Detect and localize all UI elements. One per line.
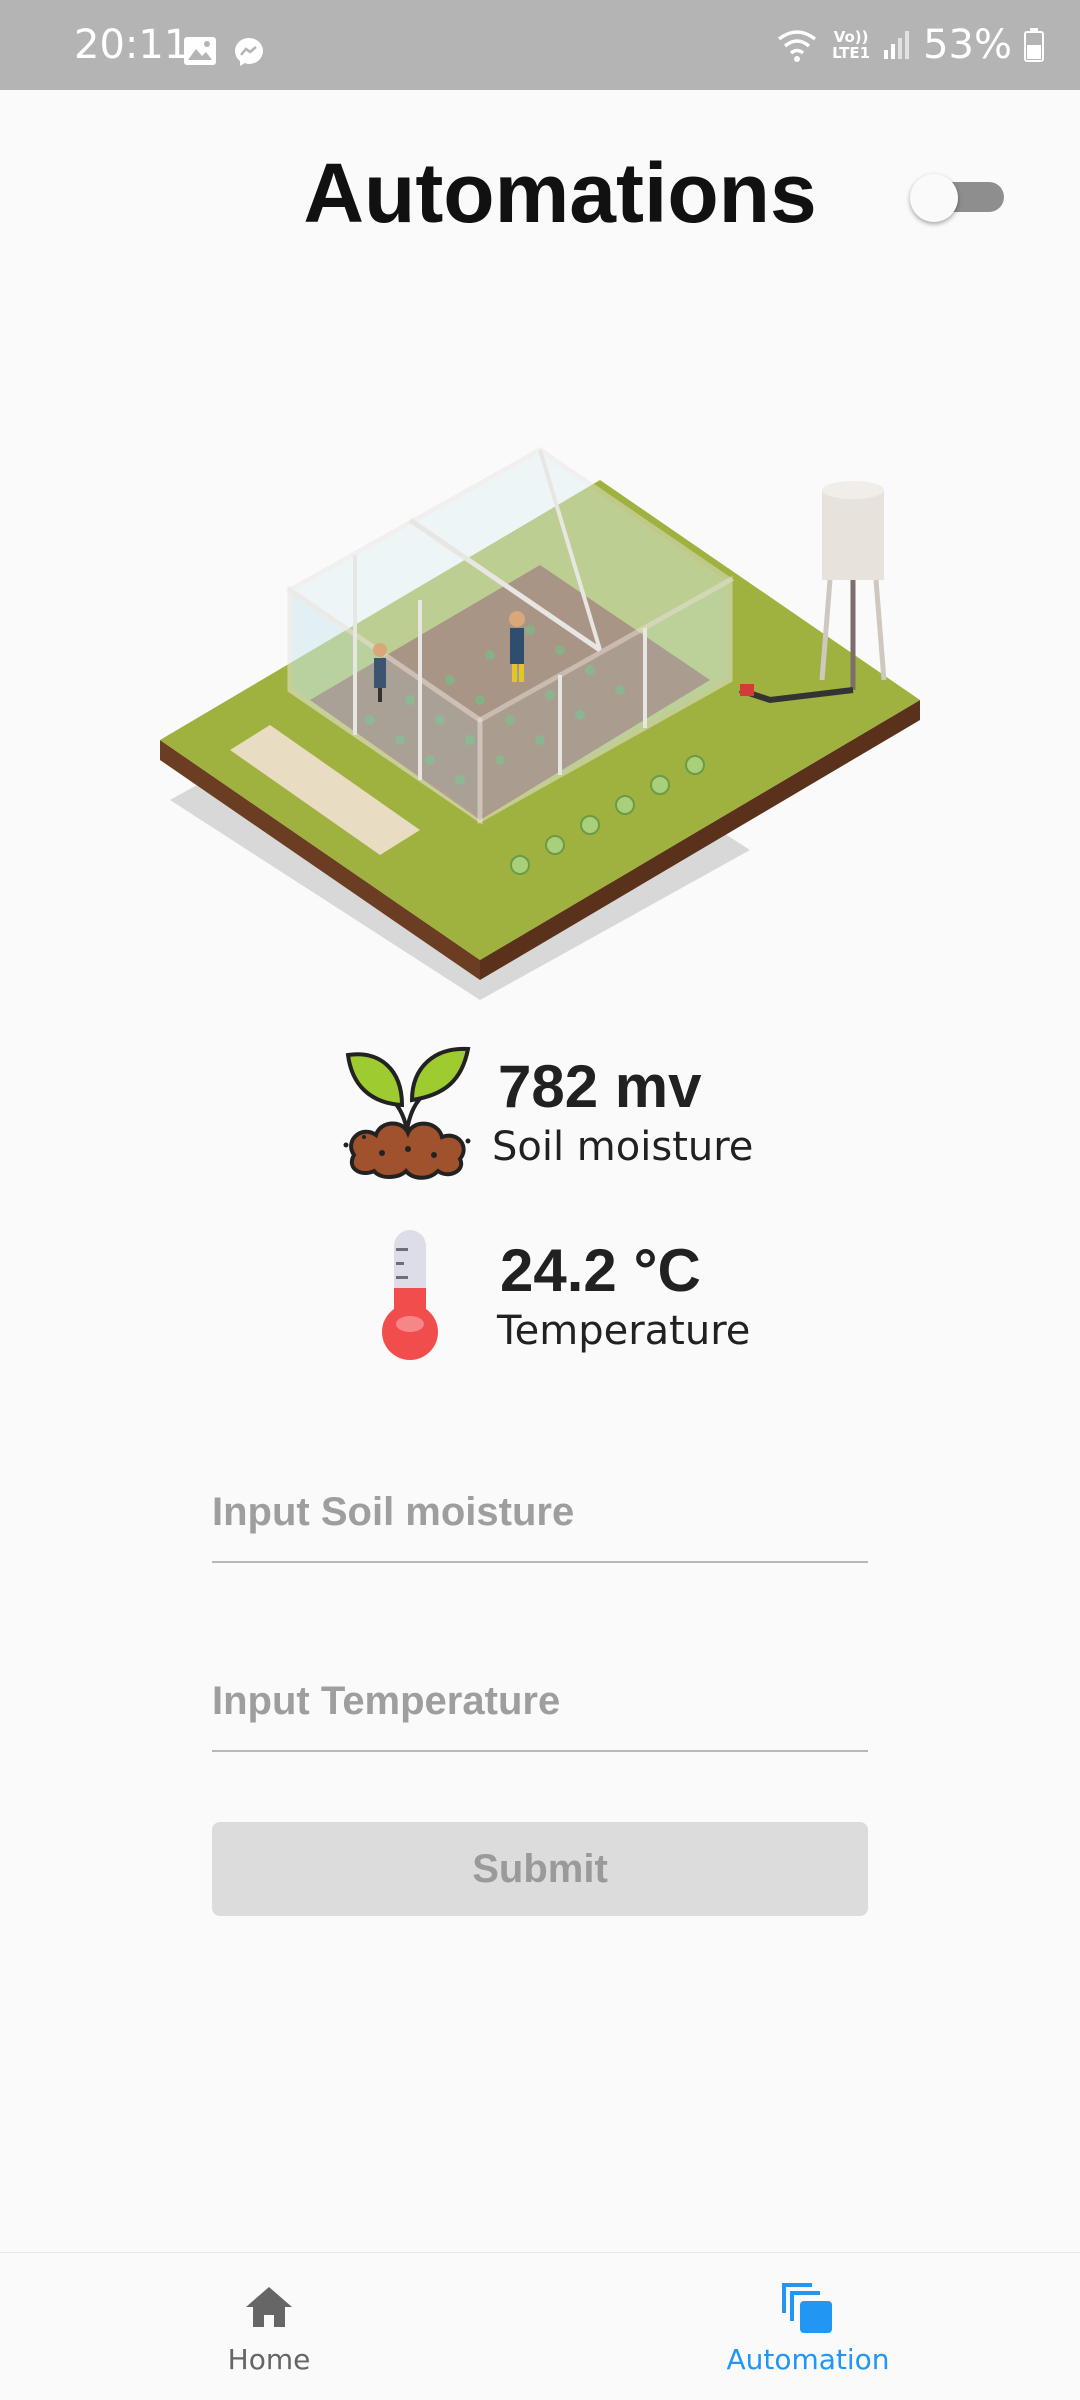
wifi-icon [778, 30, 817, 62]
nav-label-automation: Automation [726, 2343, 890, 2376]
network-label: Vo)) LTE1 [832, 28, 871, 62]
messenger-icon [235, 38, 263, 66]
greenhouse-illustration [160, 447, 920, 1000]
thermometer-icon [382, 1230, 438, 1360]
sprout-soil-icon [343, 1046, 471, 1180]
submit-button[interactable]: Submit [212, 1822, 868, 1916]
battery-icon [1024, 28, 1044, 62]
soil-moisture-value: 782 mv [498, 1053, 702, 1120]
status-bar: 20:11 Vo)) LTE1 53% [0, 0, 1080, 90]
temperature-field[interactable] [212, 1652, 868, 1752]
temperature-input[interactable] [212, 1652, 868, 1750]
temperature-value: 24.2 °C [500, 1237, 701, 1304]
home-icon [246, 2287, 292, 2327]
soil-moisture-field[interactable] [212, 1463, 868, 1563]
nav-label-home: Home [227, 2343, 311, 2376]
nav-item-automation[interactable]: Automation [688, 2253, 928, 2400]
nav-item-home[interactable]: Home [149, 2253, 389, 2400]
image-icon [184, 37, 216, 65]
toggle-thumb[interactable] [910, 174, 958, 222]
automation-icon [782, 2283, 832, 2333]
status-time: 20:11 [74, 22, 190, 68]
signal-icon [884, 31, 910, 59]
soil-moisture-input[interactable] [212, 1463, 868, 1561]
temperature-label: Temperature [497, 1308, 751, 1354]
soil-moisture-label: Soil moisture [492, 1124, 754, 1170]
automation-toggle[interactable] [910, 174, 1004, 222]
battery-percent: 53% [923, 22, 1012, 68]
bottom-nav: Home Automation [0, 2252, 1080, 2400]
